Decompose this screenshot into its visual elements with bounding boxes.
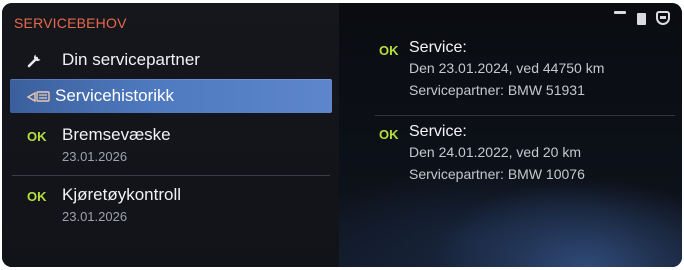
wrench-icon: [26, 51, 44, 69]
service-menu-panel: SERVICEBEHOV Din servicepartner Serviceh…: [2, 3, 339, 267]
entry-service-partner: Servicepartner: BMW 10076: [409, 166, 585, 182]
service-history-panel: OK Service: Den 23.01.2024, ved 44750 km…: [339, 3, 682, 267]
status-ok-badge: OK: [379, 127, 399, 142]
divider: [375, 115, 675, 116]
status-ok-badge: OK: [27, 129, 47, 144]
entry-date-mileage: Den 23.01.2024, ved 44750 km: [409, 60, 605, 76]
menu-item-brake-fluid[interactable]: OK Bremsevæske 23.01.2026: [10, 119, 332, 175]
entry-service-partner: Servicepartner: BMW 51931: [409, 82, 585, 98]
service-book-icon: [26, 87, 52, 105]
divider: [12, 175, 330, 176]
status-ok-badge: OK: [379, 43, 399, 58]
entry-title: Service:: [409, 123, 467, 140]
status-ok-badge: OK: [27, 189, 47, 204]
sim-card-icon: [637, 13, 646, 25]
entry-title: Service:: [409, 39, 467, 56]
menu-item-label: Kjøretøykontroll: [62, 185, 182, 204]
menu-item-service-history[interactable]: Servicehistorikk: [10, 79, 332, 113]
menu-item-label: Din servicepartner: [62, 50, 200, 69]
menu-item-service-partner[interactable]: Din servicepartner: [10, 41, 332, 79]
due-date: 23.01.2026: [62, 149, 128, 164]
menu-item-label: Bremsevæske: [62, 125, 171, 144]
phone-icon: [656, 11, 670, 25]
panel-title: SERVICEBEHOV: [14, 15, 127, 31]
idrive-screen: SERVICEBEHOV Din servicepartner Serviceh…: [2, 3, 682, 267]
minimize-indicator-icon: [614, 11, 626, 14]
entry-date-mileage: Den 24.01.2022, ved 20 km: [409, 144, 582, 160]
due-date: 23.01.2026: [62, 209, 128, 224]
menu-item-label: Servicehistorikk: [55, 86, 175, 105]
menu-item-vehicle-inspection[interactable]: OK Kjøretøykontroll 23.01.2026: [10, 179, 332, 235]
